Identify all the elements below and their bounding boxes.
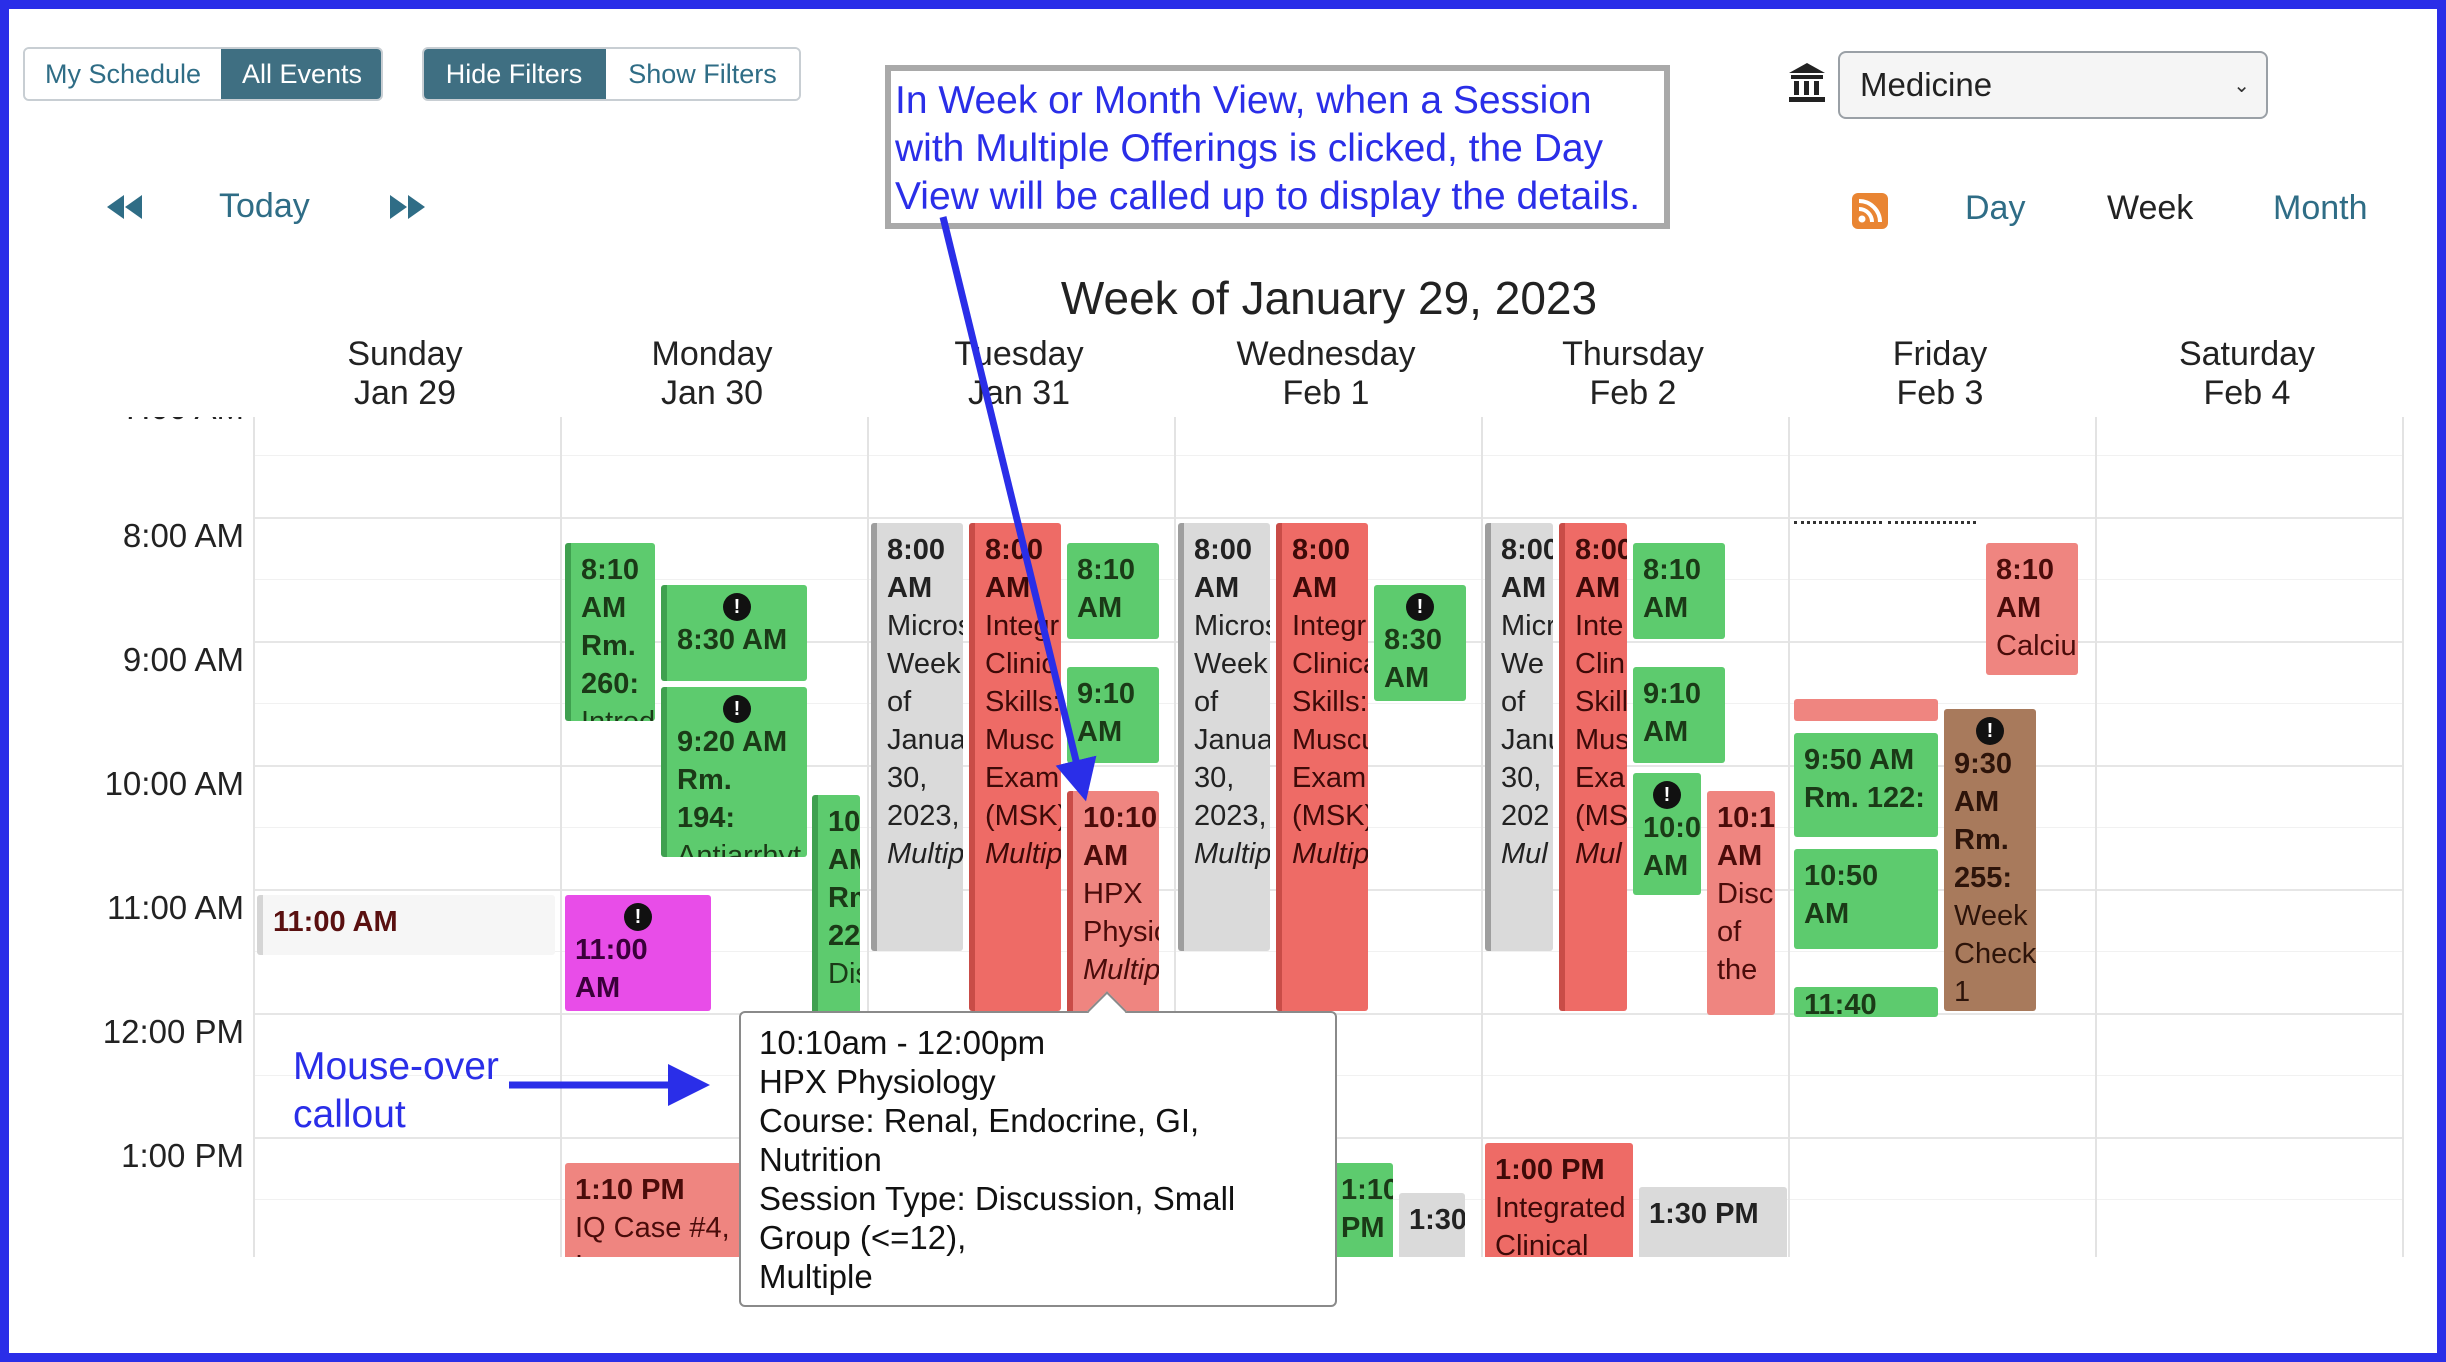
callout-arrow [939,216,1097,802]
screenshot-frame: My Schedule All Events Hide Filters Show… [0,0,2446,1362]
annotation-arrows [509,216,1097,1106]
